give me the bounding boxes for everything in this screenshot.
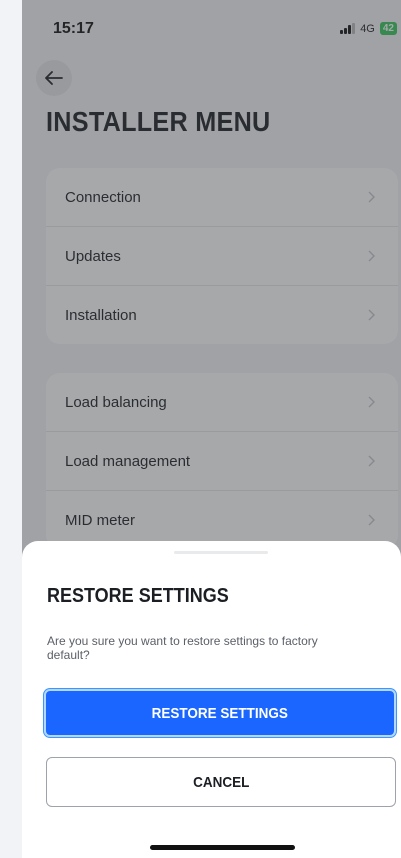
phone-screen: 15:17 4G 42 INSTALLER MENU Connection Up… [22,0,401,858]
restore-settings-button-label: RESTORE SETTINGS [151,704,289,722]
home-indicator [150,845,295,850]
restore-settings-button[interactable]: RESTORE SETTINGS [44,689,396,737]
sheet-drag-handle[interactable] [174,551,268,554]
restore-settings-sheet: RESTORE SETTINGS Are you sure you want t… [22,541,401,858]
sheet-message: Are you sure you want to restore setting… [47,634,318,662]
cancel-button[interactable]: CANCEL [46,757,396,807]
sheet-title: RESTORE SETTINGS [47,585,229,607]
left-edge-strip [0,0,22,858]
cancel-button-label: CANCEL [192,773,250,791]
